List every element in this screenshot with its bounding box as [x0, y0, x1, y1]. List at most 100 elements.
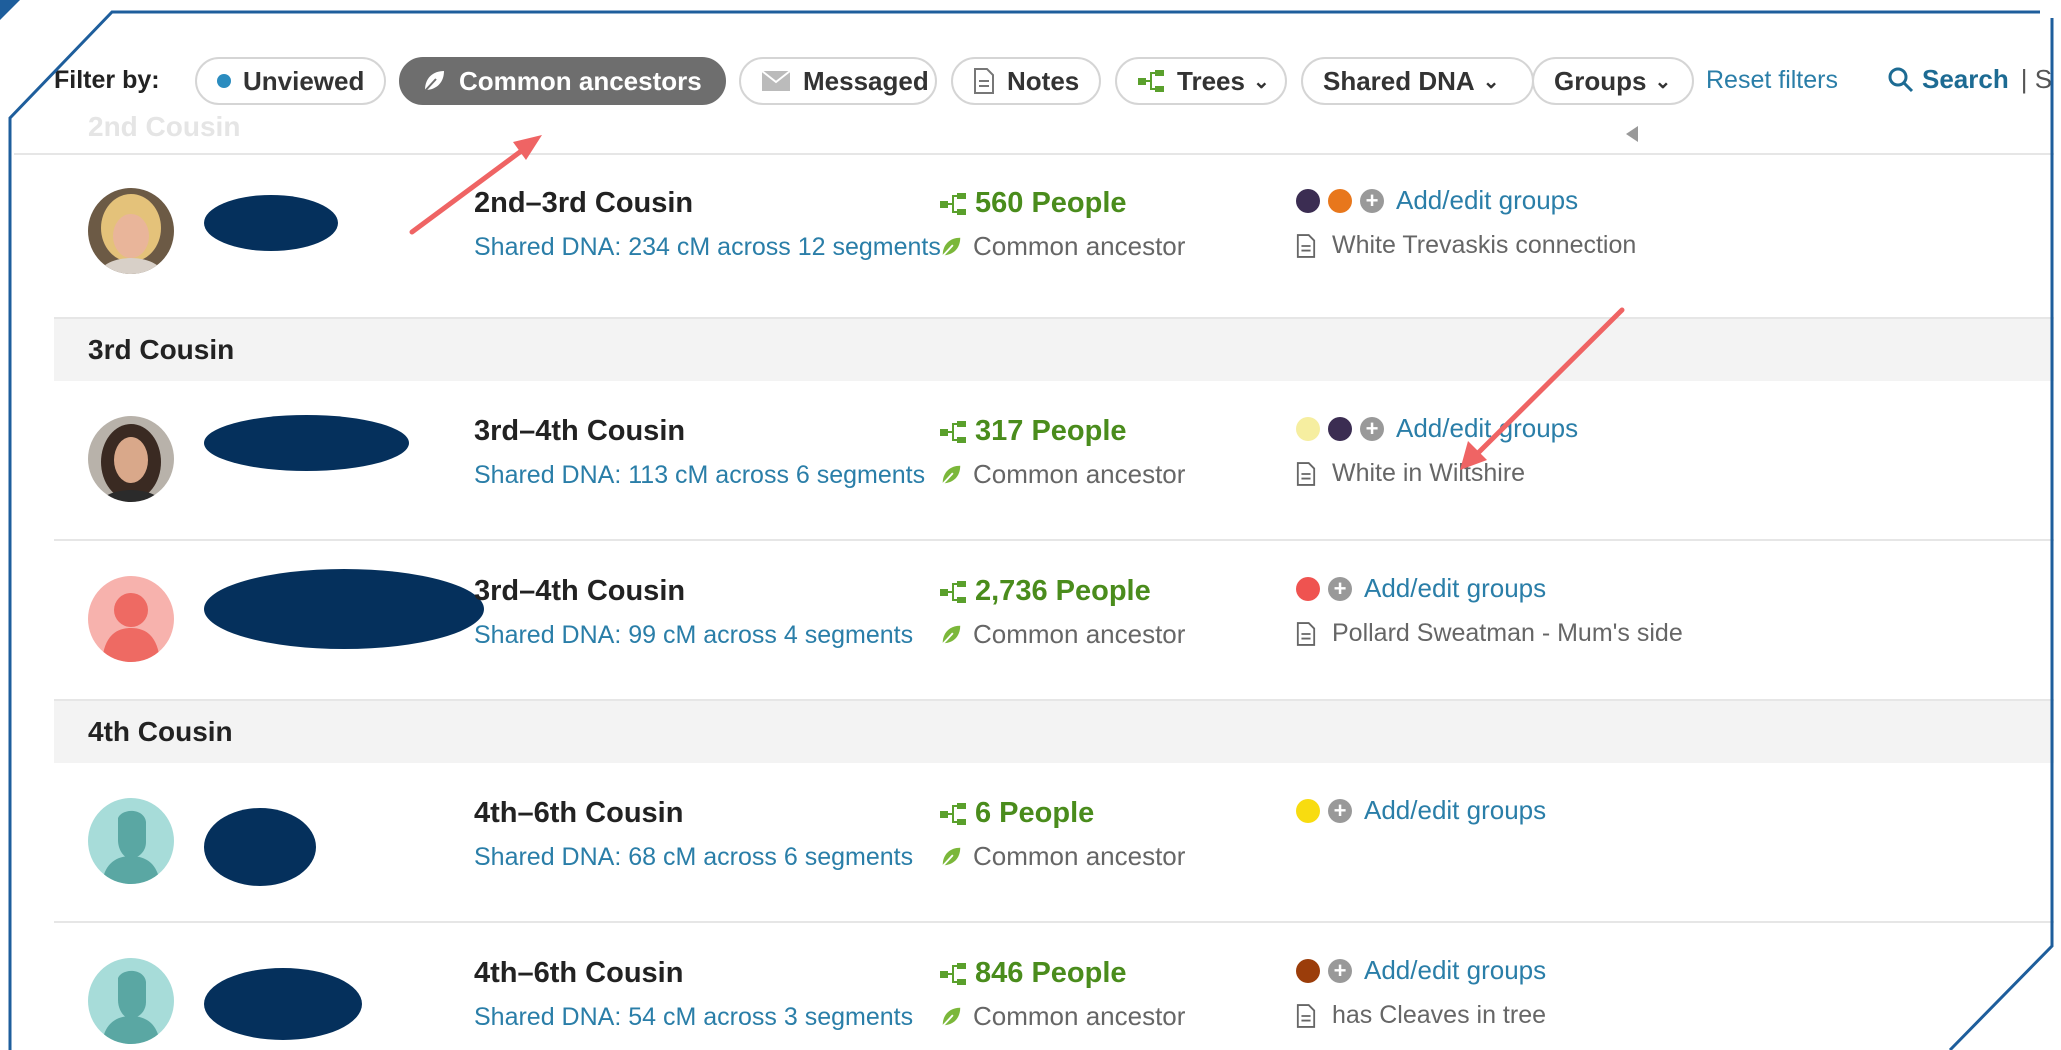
redacted-name	[204, 195, 338, 251]
tree-icon	[1137, 69, 1165, 93]
note-text: has Cleaves in tree	[1332, 1001, 1547, 1029]
groups-area[interactable]: + Add/edit groups	[1296, 955, 1546, 986]
shared-dna-link[interactable]: Shared DNA: 113 cM across 6 segments	[474, 461, 925, 490]
search-label: Search	[1922, 64, 2009, 94]
add-edit-groups-link[interactable]: Add/edit groups	[1364, 795, 1546, 826]
tree-people-link[interactable]: 6 People	[939, 797, 1094, 830]
groups-area[interactable]: + Add/edit groups	[1296, 185, 1578, 216]
common-ancestor-hint[interactable]: Common ancestor	[939, 619, 1185, 650]
add-edit-groups-link[interactable]: Add/edit groups	[1364, 573, 1546, 604]
group-dot	[1296, 958, 1320, 983]
people-count: 317 People	[975, 415, 1127, 447]
common-ancestor-hint[interactable]: Common ancestor	[939, 231, 1185, 262]
match-row[interactable]: 4th–6th Cousin Shared DNA: 54 cM across …	[54, 923, 2054, 1050]
group-dot	[1328, 188, 1352, 213]
note-preview[interactable]: White Trevaskis connection	[1296, 231, 1636, 260]
chevron-down-icon: ⌄	[1482, 70, 1500, 93]
section-heading-4th-cousin: 4th Cousin	[54, 701, 2054, 763]
filter-unviewed-button[interactable]: Unviewed	[195, 57, 386, 105]
section-heading-3rd-cousin: 3rd Cousin	[54, 319, 2054, 381]
match-row[interactable]: 3rd–4th Cousin Shared DNA: 99 cM across …	[54, 541, 2054, 701]
filter-groups-dropdown[interactable]: Groups ⌄	[1532, 57, 1694, 105]
shared-dna-link[interactable]: Shared DNA: 68 cM across 6 segments	[474, 843, 913, 872]
section-heading-2nd-cousin: 2nd Cousin	[88, 111, 241, 142]
tree-icon	[939, 802, 967, 826]
common-ancestor-label: Common ancestor	[973, 459, 1186, 489]
filter-trees-label: Trees	[1177, 65, 1245, 96]
filter-notes-button[interactable]: Notes	[951, 57, 1101, 105]
note-icon	[1296, 233, 1316, 259]
leaf-icon	[939, 623, 963, 647]
avatar	[88, 576, 174, 662]
match-row[interactable]: 4th–6th Cousin Shared DNA: 68 cM across …	[54, 763, 2054, 923]
filter-unviewed-label: Unviewed	[243, 65, 365, 96]
toolbar-separator: | S	[2020, 64, 2053, 94]
filter-bar: 2nd Cousin Filter by: Unviewed Common an…	[14, 0, 2054, 155]
leaf-icon	[421, 68, 447, 94]
filter-label: Filter by:	[54, 66, 160, 94]
search-icon	[1888, 67, 1914, 93]
note-preview[interactable]: Pollard Sweatman - Mum's side	[1296, 619, 1683, 648]
group-dot	[1296, 798, 1320, 823]
note-text: Pollard Sweatman - Mum's side	[1332, 619, 1683, 647]
shared-dna-link[interactable]: Shared DNA: 234 cM across 12 segments	[474, 233, 941, 262]
reset-filters-link[interactable]: Reset filters	[1706, 66, 1838, 95]
filter-trees-dropdown[interactable]: Trees ⌄	[1115, 57, 1287, 105]
search-button[interactable]: Search | S	[1888, 64, 2052, 95]
note-text: White Trevaskis connection	[1332, 231, 1637, 259]
tree-people-link[interactable]: 846 People	[939, 957, 1127, 990]
common-ancestor-label: Common ancestor	[973, 841, 1186, 871]
common-ancestor-label: Common ancestor	[973, 619, 1186, 649]
filter-groups-label: Groups	[1554, 65, 1647, 96]
groups-area[interactable]: + Add/edit groups	[1296, 413, 1578, 444]
people-count: 560 People	[975, 187, 1127, 219]
avatar	[88, 958, 174, 1044]
add-edit-groups-link[interactable]: Add/edit groups	[1396, 413, 1578, 444]
dna-matches-view: 2nd Cousin Filter by: Unviewed Common an…	[14, 0, 2054, 1050]
shared-dna-link[interactable]: Shared DNA: 54 cM across 3 segments	[474, 1003, 913, 1032]
relationship-title[interactable]: 4th–6th Cousin	[474, 797, 683, 830]
tree-people-link[interactable]: 560 People	[939, 187, 1127, 220]
note-preview[interactable]: has Cleaves in tree	[1296, 1001, 1546, 1030]
note-preview[interactable]: White in Wiltshire	[1296, 459, 1525, 488]
groups-area[interactable]: + Add/edit groups	[1296, 795, 1546, 826]
redacted-name	[204, 808, 316, 886]
note-icon	[1296, 461, 1316, 487]
filter-shared-dna-label: Shared DNA	[1323, 65, 1475, 96]
match-row[interactable]: 2nd–3rd Cousin Shared DNA: 234 cM across…	[54, 153, 2054, 319]
envelope-icon	[761, 70, 791, 92]
common-ancestor-hint[interactable]: Common ancestor	[939, 1001, 1185, 1032]
match-list: 2nd–3rd Cousin Shared DNA: 234 cM across…	[54, 153, 2054, 1050]
avatar	[88, 798, 174, 884]
tree-people-link[interactable]: 2,736 People	[939, 575, 1151, 608]
leaf-icon	[939, 1005, 963, 1029]
relationship-title[interactable]: 2nd–3rd Cousin	[474, 187, 693, 220]
relationship-title[interactable]: 4th–6th Cousin	[474, 957, 683, 990]
group-dot	[1296, 188, 1320, 213]
leaf-icon	[939, 463, 963, 487]
tree-people-link[interactable]: 317 People	[939, 415, 1127, 448]
add-edit-groups-link[interactable]: Add/edit groups	[1396, 185, 1578, 216]
filter-notes-label: Notes	[1007, 65, 1080, 96]
match-row[interactable]: 3rd–4th Cousin Shared DNA: 113 cM across…	[54, 381, 2054, 541]
relationship-title[interactable]: 3rd–4th Cousin	[474, 575, 685, 608]
filter-messaged-button[interactable]: Messaged	[739, 57, 937, 105]
people-count: 6 People	[975, 797, 1095, 829]
common-ancestor-label: Common ancestor	[973, 231, 1186, 261]
chevron-down-icon: ⌄	[1252, 70, 1270, 93]
add-edit-groups-link[interactable]: Add/edit groups	[1364, 955, 1546, 986]
redacted-name	[204, 569, 484, 649]
relationship-title[interactable]: 3rd–4th Cousin	[474, 415, 685, 448]
group-dot	[1328, 416, 1352, 441]
leaf-icon	[939, 235, 963, 259]
common-ancestor-label: Common ancestor	[973, 1001, 1186, 1031]
shared-dna-link[interactable]: Shared DNA: 99 cM across 4 segments	[474, 621, 913, 650]
filter-shared-dna-dropdown[interactable]: Shared DNA ⌄	[1301, 57, 1534, 105]
common-ancestor-hint[interactable]: Common ancestor	[939, 841, 1185, 872]
note-icon	[1296, 1003, 1316, 1029]
note-text: White in Wiltshire	[1332, 459, 1526, 487]
groups-area[interactable]: + Add/edit groups	[1296, 573, 1546, 604]
avatar	[88, 188, 174, 274]
common-ancestor-hint[interactable]: Common ancestor	[939, 459, 1185, 490]
filter-common-ancestors-button[interactable]: Common ancestors	[399, 57, 726, 105]
